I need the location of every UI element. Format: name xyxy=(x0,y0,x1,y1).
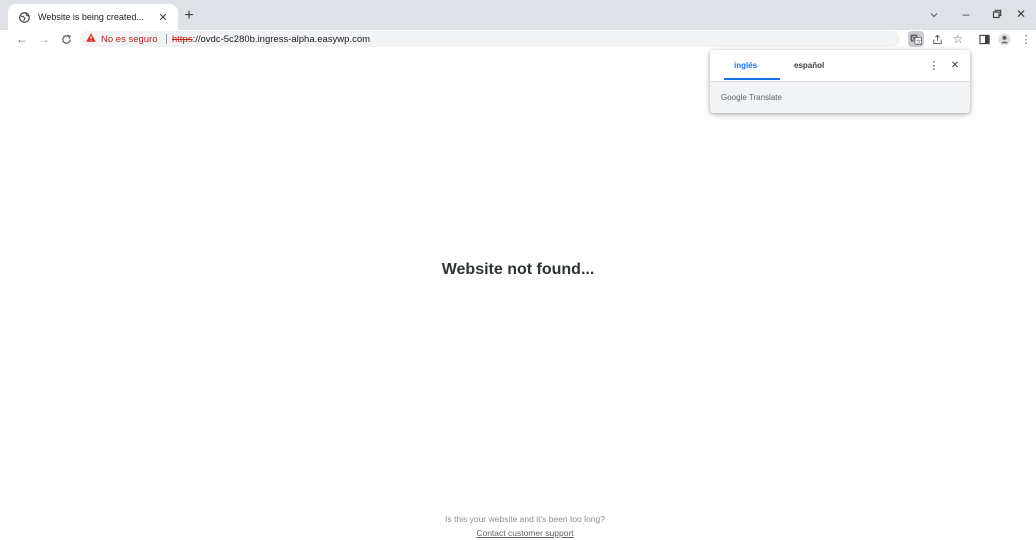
translate-close-icon[interactable]: ✕ xyxy=(948,58,962,72)
warning-triangle-icon xyxy=(86,33,96,45)
browser-tab[interactable]: Website is being created... ✕ xyxy=(8,4,178,30)
translate-options-icon[interactable]: ⋮ xyxy=(928,58,940,72)
toolbar: ← → No es seguro https://ovdc-5c280b.ing… xyxy=(0,30,1036,48)
security-label: No es seguro xyxy=(101,33,158,45)
globe-icon xyxy=(18,11,30,23)
window-close-icon[interactable]: ✕ xyxy=(1010,5,1032,23)
profile-avatar-icon[interactable] xyxy=(996,31,1012,47)
tab-title: Website is being created... xyxy=(38,12,144,22)
url-scheme: https xyxy=(172,33,193,45)
help-question: Is this your website and it's been too l… xyxy=(445,514,605,524)
tab-close-icon[interactable]: ✕ xyxy=(156,10,170,24)
url-host: ://ovdc-5c280b.ingress-alpha.easywp.com xyxy=(192,33,371,45)
support-link-wrapper: Contact customer support xyxy=(0,528,1036,538)
omnibox-divider xyxy=(166,34,167,44)
chrome-menu-icon[interactable]: ⋮ xyxy=(1018,31,1034,47)
tab-target-language[interactable]: español xyxy=(794,61,824,70)
google-translate-label: Google Translate xyxy=(721,93,782,102)
translate-popup: inglés español ⋮ ✕ Google Translate xyxy=(710,50,970,113)
page-heading: Website not found... xyxy=(441,261,595,278)
tab-source-language[interactable]: inglés xyxy=(734,61,757,70)
translate-icon[interactable]: G文 xyxy=(908,31,924,47)
restore-icon[interactable] xyxy=(986,5,1008,23)
tab-search-icon[interactable] xyxy=(926,7,942,23)
tab-strip: Website is being created... ✕ + – ✕ xyxy=(0,0,1036,30)
share-icon[interactable] xyxy=(929,31,945,47)
url-text[interactable]: https://ovdc-5c280b.ingress-alpha.easywp… xyxy=(172,31,370,47)
back-arrow-icon[interactable]: ← xyxy=(14,31,30,47)
contact-support-link[interactable]: Contact customer support xyxy=(476,528,573,538)
minimize-icon[interactable]: – xyxy=(955,5,977,23)
forward-arrow-icon[interactable]: → xyxy=(36,31,52,47)
svg-text:文: 文 xyxy=(916,38,921,45)
security-indicator[interactable]: No es seguro xyxy=(86,31,158,47)
active-tab-indicator xyxy=(724,78,780,80)
bookmark-star-icon[interactable]: ☆ xyxy=(950,31,966,47)
new-tab-button[interactable]: + xyxy=(180,7,198,25)
reload-icon[interactable] xyxy=(58,31,74,47)
side-panel-icon[interactable] xyxy=(976,31,992,47)
